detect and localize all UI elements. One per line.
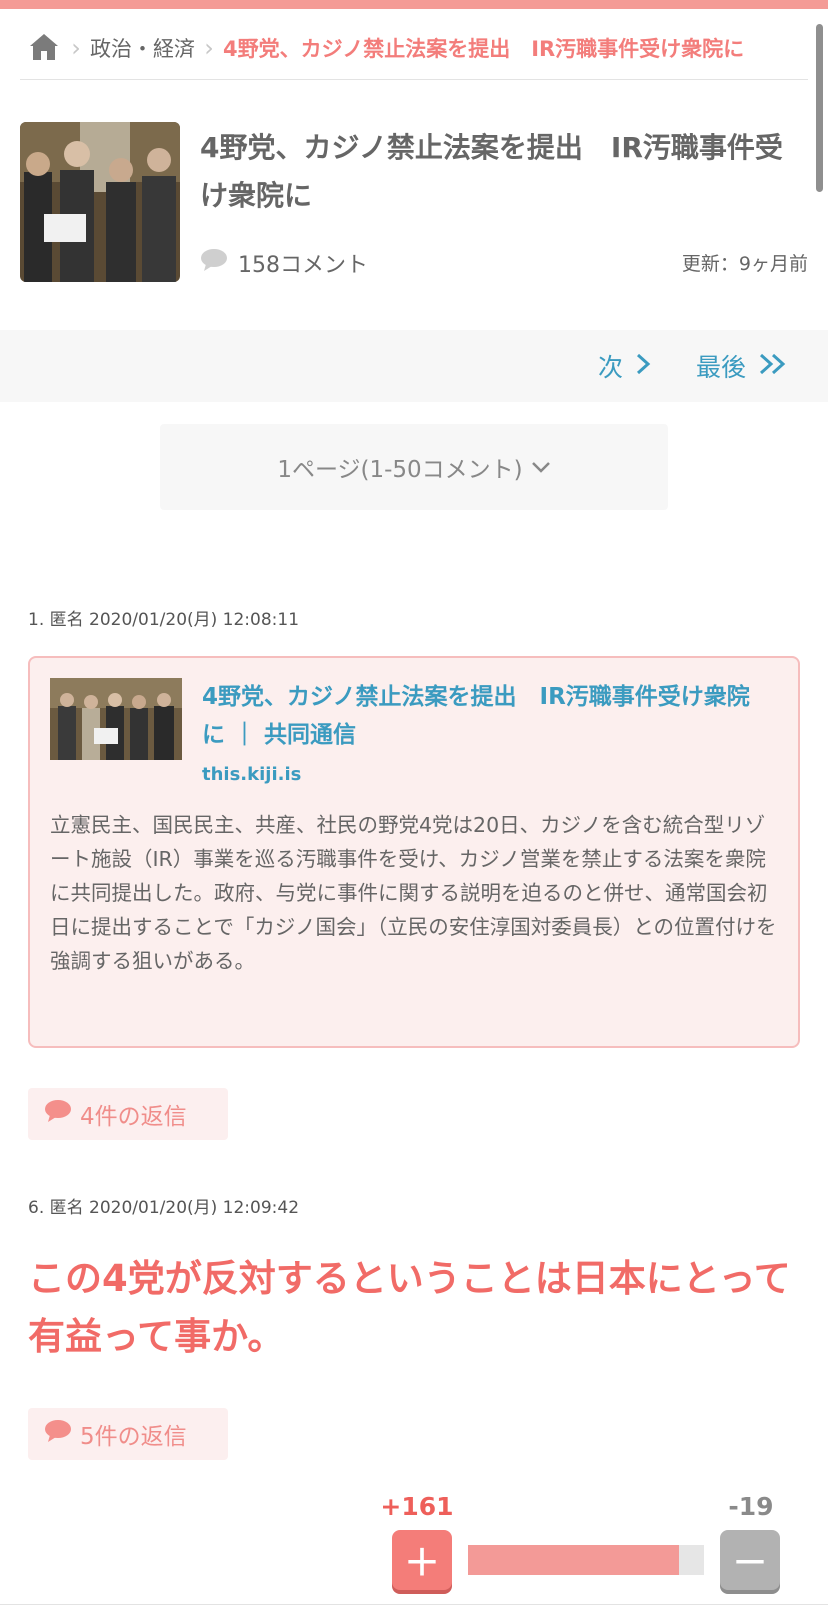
minus-vote-count: -19 [728, 1492, 774, 1521]
next-label: 次 [598, 353, 624, 382]
next-page-link[interactable]: 次 [598, 348, 651, 384]
top-accent-bar [0, 0, 828, 9]
speech-bubble-icon [44, 1099, 72, 1129]
breadcrumb-current: 4野党、カジノ禁止法案を提出 IR汚職事件受け衆院に [223, 37, 745, 61]
link-preview-card[interactable]: 4野党、カジノ禁止法案を提出 IR汚職事件受け衆院に ｜ 共同通信 this.k… [28, 656, 800, 1048]
vote-ratio-fill [468, 1545, 679, 1575]
breadcrumb-category[interactable]: 政治・経済 [90, 33, 195, 63]
scrollbar[interactable] [816, 24, 823, 192]
link-card-source: this.kiji.is [202, 764, 302, 785]
link-card-title[interactable]: 4野党、カジノ禁止法案を提出 IR汚職事件受け衆院に ｜ 共同通信 [202, 678, 762, 754]
replies-label: 5件の返信 [80, 1424, 187, 1450]
divider [20, 79, 808, 80]
chevron-right-icon: › [71, 34, 81, 62]
home-icon[interactable] [28, 32, 62, 64]
replies-button[interactable]: 4件の返信 [28, 1088, 228, 1140]
link-thumbnail [50, 678, 182, 760]
chevron-right-icon: › [204, 34, 214, 62]
minus-icon: － [731, 1543, 768, 1584]
comment-text: この4党が反対するということは日本にとって有益って事か。 [28, 1257, 791, 1358]
comment-count-label: 158コメント [238, 253, 368, 278]
last-page-link[interactable]: 最後 [696, 348, 788, 384]
page-select-dropdown[interactable]: 1ページ(1-50コメント) [160, 424, 668, 510]
link-card-body: 立憲民主、国民民主、共産、社民の野党4党は20日、カジノを含む統合型リゾート施設… [50, 813, 777, 973]
double-chevron-right-icon [758, 352, 788, 381]
comment-meta: 1. 匿名 2020/01/20(月) 12:08:11 [28, 610, 300, 630]
comment-meta: 6. 匿名 2020/01/20(月) 12:09:42 [28, 1198, 300, 1218]
replies-button[interactable]: 5件の返信 [28, 1408, 228, 1460]
plus-vote-button[interactable]: ＋ [392, 1530, 452, 1590]
comment-count[interactable]: 158コメント [200, 247, 368, 279]
chevron-right-icon [635, 352, 651, 381]
article-thumbnail[interactable] [20, 122, 180, 282]
updated-time: 更新：9ヶ月前 [681, 253, 808, 275]
chevron-down-icon [531, 454, 551, 480]
last-label: 最後 [696, 353, 747, 382]
divider [0, 1604, 828, 1605]
page-select-label: 1ページ(1-50コメント) [277, 457, 523, 483]
article-title[interactable]: 4野党、カジノ禁止法案を提出 IR汚職事件受け衆院に [200, 124, 800, 220]
plus-icon: ＋ [403, 1543, 440, 1584]
replies-label: 4件の返信 [80, 1104, 187, 1130]
speech-bubble-icon [200, 248, 228, 278]
plus-vote-count: +161 [380, 1492, 454, 1521]
vote-ratio-bar [468, 1545, 704, 1575]
minus-vote-button[interactable]: － [720, 1530, 780, 1590]
breadcrumb: › 政治・経済 › 4野党、カジノ禁止法案を提出 IR汚職事件受け衆院に [28, 30, 808, 66]
speech-bubble-icon [44, 1419, 72, 1449]
